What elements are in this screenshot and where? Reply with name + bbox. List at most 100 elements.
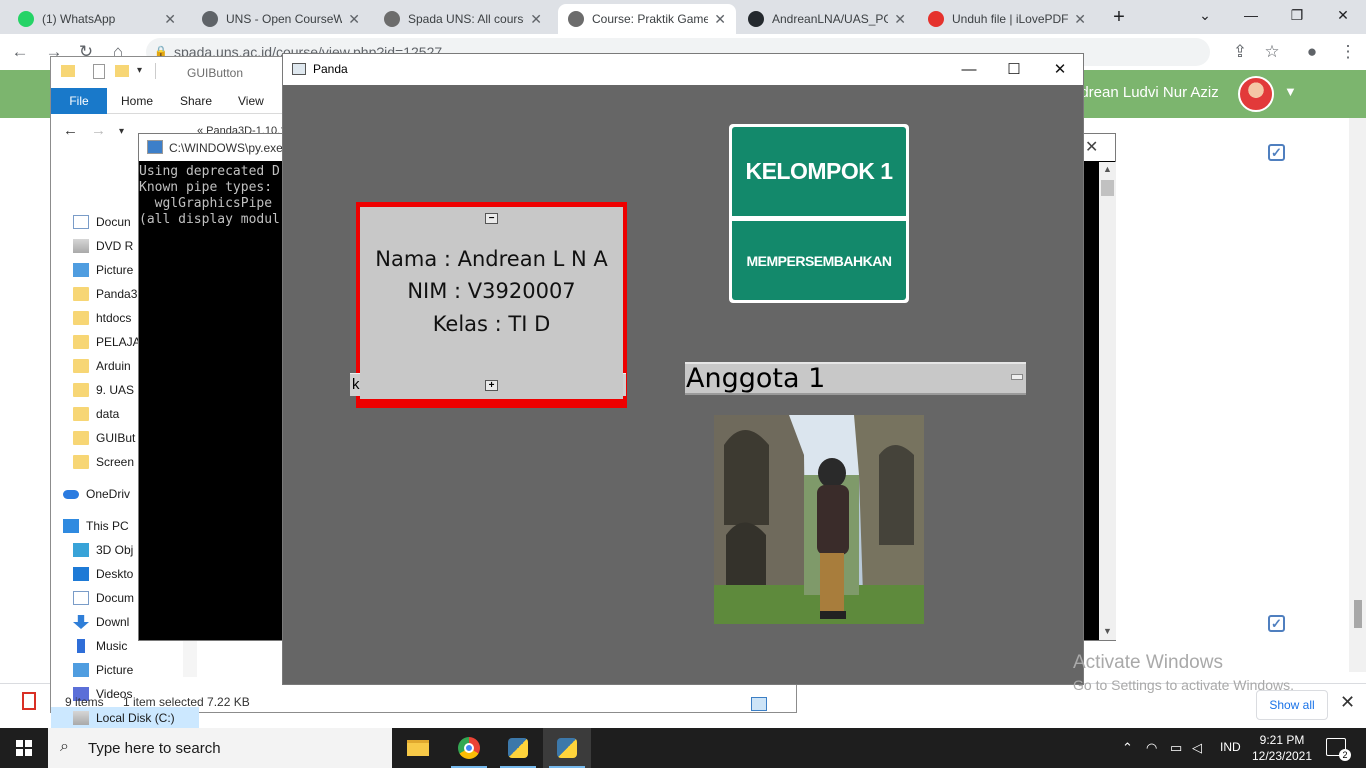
- clock[interactable]: 9:21 PM 12/23/2021: [1240, 732, 1324, 764]
- browser-menu-icon[interactable]: ⋮: [1336, 40, 1360, 64]
- console-scrollbar[interactable]: ▲ ▼: [1099, 162, 1116, 640]
- ribbon-tab-view[interactable]: View: [238, 94, 264, 108]
- forward-icon[interactable]: →: [91, 122, 106, 139]
- status-selection: 1 item selected 7.22 KB: [123, 695, 250, 709]
- nav-tree-label: Panda3: [96, 287, 138, 301]
- ribbon-tab-home[interactable]: Home: [121, 94, 153, 108]
- console-line: Known pipe types:: [139, 180, 273, 195]
- tab-search-icon[interactable]: ⌄: [1182, 0, 1228, 30]
- notification-center-icon[interactable]: 2: [1326, 738, 1351, 761]
- pic-icon: [73, 263, 89, 277]
- tab-title: AndreanLNA/UAS_PG: [772, 12, 889, 26]
- volume-icon[interactable]: ◁: [1192, 740, 1202, 756]
- avatar[interactable]: [1238, 76, 1274, 112]
- minimize-icon[interactable]: —: [1228, 0, 1274, 30]
- minimize-icon[interactable]: —: [954, 59, 984, 79]
- page-scroll-thumb[interactable]: [1354, 600, 1362, 628]
- console-line: Using deprecated D: [139, 164, 280, 179]
- new-tab-button[interactable]: +: [1096, 2, 1142, 32]
- tab-title: Unduh file | iLovePDF: [952, 12, 1069, 26]
- nav-tree-item[interactable]: Picture: [73, 659, 201, 681]
- python-window-taskbar-icon[interactable]: [543, 728, 591, 768]
- completion-checkbox[interactable]: ✓: [1268, 144, 1285, 161]
- language-indicator[interactable]: IND: [1220, 740, 1241, 754]
- maximize-icon[interactable]: ☐: [999, 59, 1029, 79]
- nav-tree-label: Picture: [96, 263, 134, 277]
- python-icon: [147, 140, 163, 154]
- completion-checkbox[interactable]: ✓: [1268, 615, 1285, 632]
- show-all-downloads-button[interactable]: Show all: [1256, 690, 1328, 720]
- pic-icon: [73, 663, 89, 677]
- search-placeholder: Type here to search: [88, 740, 221, 757]
- tab-close-icon[interactable]: ✕: [894, 11, 906, 28]
- window-icon: [292, 63, 306, 75]
- activate-windows-subtitle: Go to Settings to activate Windows.: [1073, 677, 1294, 693]
- tab-close-icon[interactable]: ✕: [1074, 11, 1086, 28]
- tab-close-icon[interactable]: ✕: [348, 11, 360, 28]
- sign-top-panel: KELOMPOK 1: [732, 127, 906, 216]
- taskbar-search[interactable]: ⌕ Type here to search: [48, 728, 392, 768]
- browser-tab[interactable]: (1) WhatsApp ✕: [8, 4, 186, 34]
- battery-icon[interactable]: ▭: [1170, 740, 1182, 756]
- file-explorer-taskbar-icon[interactable]: [394, 728, 442, 768]
- browser-tab[interactable]: Unduh file | iLovePDF ✕: [918, 4, 1096, 34]
- notification-count: 2: [1339, 749, 1351, 761]
- close-icon[interactable]: ✕: [1045, 59, 1075, 79]
- folder-icon: [73, 431, 89, 445]
- python-taskbar-icon[interactable]: [494, 728, 542, 768]
- tab-close-icon[interactable]: ✕: [164, 11, 176, 28]
- browser-tab[interactable]: UNS - Open CourseW ✕: [192, 4, 370, 34]
- new-folder-icon[interactable]: [115, 65, 129, 77]
- ribbon-tab-share[interactable]: Share: [180, 94, 212, 108]
- drive-icon: [73, 711, 89, 725]
- start-button[interactable]: [0, 728, 48, 768]
- anggota-option-menu[interactable]: Anggota 1: [685, 362, 1026, 395]
- nav-tree-label: Local Disk (C:): [96, 711, 175, 725]
- nav-tree-label: Downl: [96, 615, 130, 629]
- quick-access-dropdown-icon[interactable]: ▾: [137, 65, 142, 76]
- large-icons-view-icon[interactable]: [751, 697, 767, 711]
- browser-tab[interactable]: Spada UNS: All course ✕: [374, 4, 552, 34]
- close-icon[interactable]: ✕: [1340, 692, 1355, 713]
- nav-tree-label: data: [96, 407, 120, 421]
- scroll-down-icon[interactable]: ▼: [1103, 626, 1112, 636]
- clock-time: 9:21 PM: [1259, 733, 1305, 747]
- user-menu-caret-icon[interactable]: ▼: [1284, 84, 1297, 99]
- tab-title: Course: Praktik Game: [592, 12, 709, 26]
- sign-title: KELOMPOK 1: [745, 158, 893, 184]
- info-class: Kelas : TI D: [432, 312, 551, 336]
- profile-icon[interactable]: ●: [1300, 40, 1324, 64]
- page-scrollbar[interactable]: [1349, 118, 1366, 672]
- nav-tree-label: GUIBut: [96, 431, 136, 445]
- nav-tree-label: Music: [96, 639, 128, 653]
- explorer-statusbar: 9 items 1 item selected 7.22 KB: [51, 691, 796, 713]
- share-icon[interactable]: ⇪: [1228, 40, 1252, 64]
- browser-tab[interactable]: AndreanLNA/UAS_PG ✕: [738, 4, 916, 34]
- dropdown-indicator-icon[interactable]: [1011, 374, 1023, 380]
- close-icon[interactable]: ✕: [1320, 0, 1366, 30]
- back-icon[interactable]: ←: [63, 122, 78, 139]
- tab-close-icon[interactable]: ✕: [714, 11, 726, 28]
- user-name[interactable]: ndrean Ludvi Nur Aziz: [1072, 84, 1219, 101]
- pdf-icon[interactable]: [22, 692, 36, 710]
- recent-locations-icon[interactable]: ▾: [119, 126, 124, 137]
- properties-icon[interactable]: [93, 64, 105, 79]
- back-icon[interactable]: ←: [8, 40, 32, 64]
- ribbon-tab-file[interactable]: File: [51, 88, 107, 114]
- close-icon[interactable]: ✕: [1085, 137, 1098, 157]
- wifi-icon[interactable]: ◠: [1146, 740, 1157, 756]
- scroll-up-icon[interactable]: ▲: [1103, 164, 1112, 174]
- console-scroll-thumb[interactable]: [1101, 180, 1114, 196]
- bookmark-star-icon[interactable]: ☆: [1260, 40, 1284, 64]
- info-horizontal-bar[interactable]: k: [350, 373, 626, 396]
- tray-overflow-icon[interactable]: ⌃: [1122, 740, 1133, 756]
- folder-icon: [73, 311, 89, 325]
- doc-icon: [73, 591, 89, 605]
- scroll-up-button[interactable]: −: [485, 213, 498, 224]
- chrome-taskbar-icon[interactable]: [445, 728, 493, 768]
- member-photo-image: [714, 415, 924, 624]
- browser-tab[interactable]: Course: Praktik Game ✕: [558, 4, 736, 34]
- tab-close-icon[interactable]: ✕: [530, 11, 542, 28]
- restore-icon[interactable]: ❐: [1274, 0, 1320, 30]
- heart-icon: [928, 11, 944, 27]
